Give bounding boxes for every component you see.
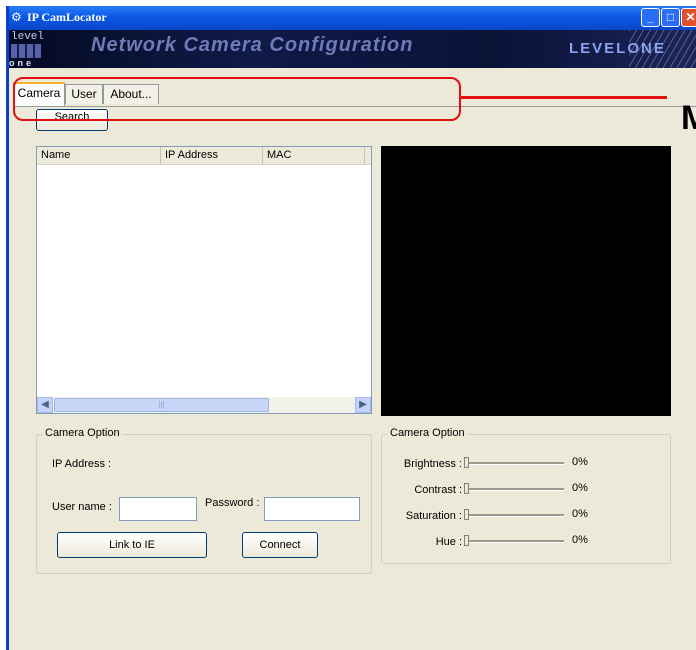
camera-option-title: Camera Option	[43, 427, 122, 439]
scroll-right-icon[interactable]: ▶	[355, 397, 371, 413]
minimize-button[interactable]: _	[641, 8, 660, 27]
horizontal-scrollbar[interactable]: ◀ ||| ▶	[37, 397, 371, 413]
hue-value: 0%	[572, 534, 588, 546]
slider-thumb[interactable]	[464, 483, 469, 494]
maximize-button[interactable]: □	[661, 8, 680, 27]
annotation-highlight-box	[13, 77, 461, 121]
image-option-title: Camera Option	[388, 427, 467, 439]
app-window: ⚙ IP CamLocator _ □ ✕ level one Network …	[6, 6, 696, 650]
column-mac-header[interactable]: MAC	[263, 147, 365, 164]
window-title: IP CamLocator	[27, 10, 107, 24]
header-banner: level one Network Camera Configuration L…	[9, 30, 696, 68]
contrast-value: 0%	[572, 482, 588, 494]
saturation-value: 0%	[572, 508, 588, 520]
saturation-slider[interactable]	[464, 509, 566, 521]
slider-thumb[interactable]	[464, 457, 469, 468]
camera-list[interactable]: Name IP Address MAC ◀ ||| ▶	[36, 146, 372, 414]
saturation-label: Saturation :	[405, 510, 462, 522]
banner-decoration	[629, 30, 696, 68]
password-field[interactable]	[264, 497, 360, 521]
column-ip-header[interactable]: IP Address	[161, 147, 263, 164]
video-preview	[381, 146, 671, 416]
column-name-header[interactable]: Name	[37, 147, 161, 164]
ip-address-label: IP Address :	[52, 458, 112, 470]
slider-thumb[interactable]	[464, 535, 469, 546]
annotation-letter: M	[681, 98, 696, 138]
connect-button[interactable]: Connect	[242, 532, 318, 558]
brightness-label: Brightness :	[403, 458, 462, 470]
banner-title: Network Camera Configuration	[91, 34, 414, 56]
link-to-ie-button[interactable]: Link to IE	[57, 532, 207, 558]
logo-graphic	[11, 44, 41, 58]
contrast-slider[interactable]	[464, 483, 566, 495]
scroll-thumb[interactable]: |||	[54, 398, 269, 412]
title-bar[interactable]: ⚙ IP CamLocator _ □ ✕	[9, 6, 696, 30]
slider-thumb[interactable]	[464, 509, 469, 520]
image-option-group: Camera Option Brightness : 0% Contrast :…	[381, 427, 671, 564]
level-logo-text: level	[11, 31, 45, 43]
annotation-pointer-line	[461, 96, 667, 99]
hue-label: Hue :	[435, 536, 462, 548]
close-button[interactable]: ✕	[681, 8, 696, 27]
brightness-slider[interactable]	[464, 457, 566, 469]
one-logo-text: one	[9, 58, 35, 68]
password-label: Password :	[205, 497, 260, 509]
camera-app-icon: ⚙	[11, 10, 22, 24]
camera-list-header: Name IP Address MAC	[37, 147, 371, 165]
camera-option-group: Camera Option IP Address : User name : P…	[36, 427, 372, 574]
contrast-label: Contrast :	[414, 484, 462, 496]
username-field[interactable]	[119, 497, 197, 521]
hue-slider[interactable]	[464, 535, 566, 547]
scroll-left-icon[interactable]: ◀	[37, 397, 53, 413]
username-label: User name :	[52, 501, 112, 513]
brightness-value: 0%	[572, 456, 588, 468]
